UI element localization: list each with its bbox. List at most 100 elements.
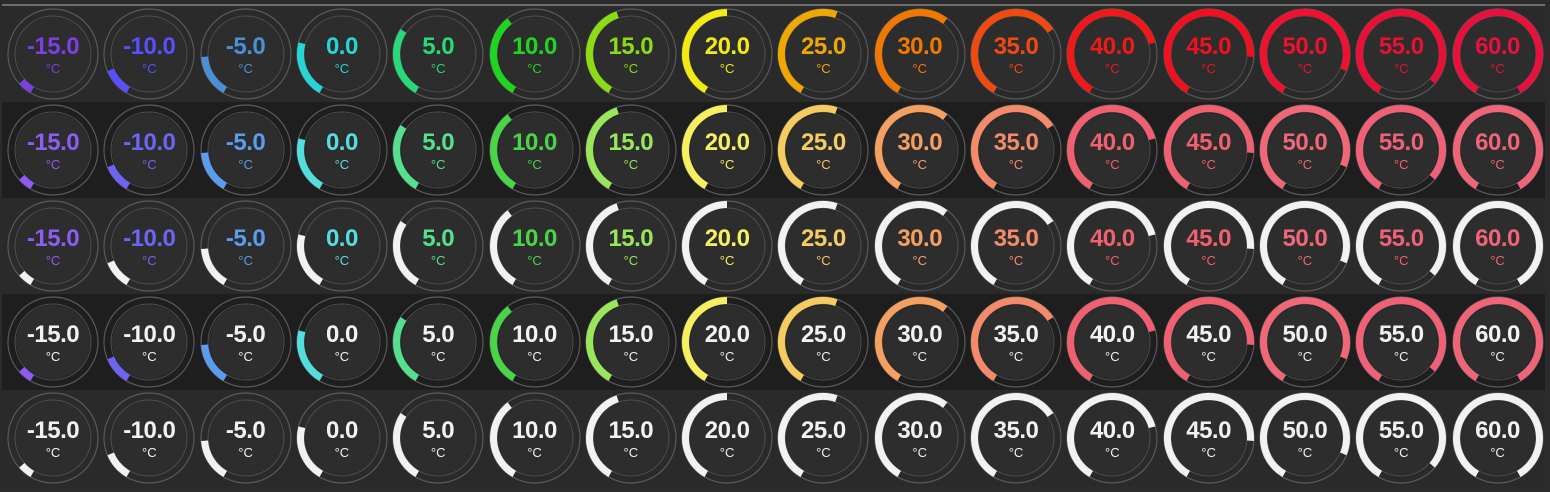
temperature-gauge: 0.0 °C: [295, 391, 389, 485]
gauge-value: 30.0: [897, 225, 943, 252]
temperature-gauge: -10.0 °C: [102, 391, 196, 485]
gauge-unit: °C: [238, 157, 253, 172]
gauge-unit: °C: [1008, 349, 1024, 364]
gauge-value: 50.0: [1282, 417, 1328, 444]
temperature-gauge: -10.0 °C: [102, 7, 196, 101]
temperature-gauge: -5.0 °C: [199, 391, 293, 485]
gauge-unit: °C: [1008, 445, 1024, 460]
gauge-unit: °C: [1490, 349, 1505, 364]
temperature-gauge: 30.0 °C: [873, 391, 967, 485]
temperature-gauge: -5.0 °C: [199, 199, 293, 293]
temperature-gauge: 40.0 °C: [1065, 7, 1159, 101]
gauge-value: -10.0: [123, 129, 176, 156]
temperature-gauge: 40.0 °C: [1065, 295, 1159, 389]
gauge-row: -15.0 °C -10.0 °C -5.0 °C 0.0 °C 5.0 °C 10.0 °C 15.0…: [2, 6, 1545, 102]
temperature-gauge: -5.0 °C: [199, 103, 293, 197]
gauge-unit: °C: [238, 253, 253, 268]
gauge-value: 0.0: [325, 321, 358, 348]
gauge-value: 40.0: [1089, 129, 1135, 156]
gauge-unit: °C: [1297, 349, 1313, 364]
gauge-value: 15.0: [608, 129, 654, 156]
gauge-value: 50.0: [1282, 225, 1328, 252]
gauge-value: 55.0: [1378, 321, 1424, 348]
gauge-unit: °C: [142, 349, 157, 364]
temperature-gauge: 30.0 °C: [873, 199, 967, 293]
gauge-value: -5.0: [225, 225, 266, 252]
gauge-unit: °C: [45, 253, 61, 268]
temperature-gauge: -10.0 °C: [102, 103, 196, 197]
gauge-value: 0.0: [325, 33, 358, 60]
gauge-unit: °C: [334, 349, 350, 364]
temperature-gauge: 5.0 °C: [391, 7, 485, 101]
gauge-value: 50.0: [1282, 321, 1328, 348]
temperature-gauge: 15.0 °C: [584, 199, 678, 293]
gauge-unit: °C: [1201, 445, 1216, 460]
gauge-value: 10.0: [512, 129, 557, 156]
temperature-gauge: 45.0 °C: [1162, 295, 1256, 389]
temperature-gauge: 55.0 °C: [1354, 103, 1448, 197]
gauge-value: 60.0: [1475, 417, 1520, 444]
temperature-gauge: 55.0 °C: [1354, 199, 1448, 293]
gauge-unit: °C: [45, 445, 61, 460]
gauge-value: 10.0: [512, 225, 557, 252]
gauge-value: -15.0: [26, 33, 80, 60]
gauge-unit: °C: [1105, 349, 1120, 364]
gauge-unit: °C: [1201, 157, 1216, 172]
gauge-unit: °C: [719, 445, 735, 460]
gauge-unit: °C: [1105, 445, 1120, 460]
temperature-gauge: 35.0 °C: [969, 199, 1063, 293]
temperature-gauge: 50.0 °C: [1258, 199, 1352, 293]
gauge-value: 30.0: [897, 417, 943, 444]
temperature-gauge: 15.0 °C: [584, 7, 678, 101]
temperature-gauge: -5.0 °C: [199, 7, 293, 101]
gauge-value: 40.0: [1089, 321, 1135, 348]
temperature-gauge: -15.0 °C: [6, 295, 100, 389]
gauge-unit: °C: [1393, 157, 1409, 172]
gauge-value: 20.0: [704, 129, 750, 156]
gauge-unit: °C: [45, 349, 61, 364]
gauge-value: 60.0: [1475, 321, 1520, 348]
temperature-gauge: 55.0 °C: [1354, 391, 1448, 485]
gauge-value: 25.0: [801, 417, 846, 444]
temperature-gauge: 35.0 °C: [969, 7, 1063, 101]
gauge-value: -10.0: [123, 417, 176, 444]
gauge-row: -15.0 °C -10.0 °C -5.0 °C 0.0 °C 5.0 °C 10.0 °C 15.0…: [2, 390, 1545, 486]
gauge-value: -5.0: [225, 129, 266, 156]
gauge-value: 60.0: [1475, 129, 1520, 156]
gauge-unit: °C: [142, 445, 157, 460]
temperature-gauge: 10.0 °C: [488, 199, 582, 293]
temperature-gauge: 20.0 °C: [680, 391, 774, 485]
gauge-value: 10.0: [512, 321, 557, 348]
gauge-row: -15.0 °C -10.0 °C -5.0 °C 0.0 °C 5.0 °C 10.0 °C 15.0…: [2, 198, 1545, 294]
temperature-gauge: 15.0 °C: [584, 103, 678, 197]
gauge-unit: °C: [527, 349, 542, 364]
gauge-unit: °C: [1297, 445, 1313, 460]
gauge-unit: °C: [1008, 61, 1024, 76]
gauge-unit: °C: [623, 157, 639, 172]
gauge-value: -5.0: [225, 33, 266, 60]
gauge-unit: °C: [1297, 253, 1313, 268]
gauge-value: 0.0: [325, 417, 358, 444]
gauge-unit: °C: [1105, 61, 1120, 76]
gauge-value: 40.0: [1089, 225, 1135, 252]
gauge-value: 15.0: [608, 321, 654, 348]
gauge-value: 10.0: [512, 33, 557, 60]
gauge-unit: °C: [719, 157, 735, 172]
gauge-unit: °C: [816, 61, 831, 76]
temperature-gauge: 45.0 °C: [1162, 391, 1256, 485]
gauge-row: -15.0 °C -10.0 °C -5.0 °C 0.0 °C 5.0 °C 10.0 °C 15.0…: [2, 102, 1545, 198]
temperature-gauge: 25.0 °C: [776, 103, 870, 197]
gauge-value: -10.0: [123, 321, 176, 348]
gauge-unit: °C: [816, 253, 831, 268]
gauge-unit: °C: [1201, 349, 1216, 364]
gauge-unit: °C: [816, 157, 831, 172]
gauge-unit: °C: [142, 253, 157, 268]
temperature-gauge: 45.0 °C: [1162, 7, 1256, 101]
temperature-gauge: 60.0 °C: [1451, 391, 1545, 485]
gauge-value: 50.0: [1282, 33, 1328, 60]
gauge-value: 50.0: [1282, 129, 1328, 156]
temperature-gauge: -15.0 °C: [6, 199, 100, 293]
gauge-unit: °C: [334, 445, 350, 460]
gauge-unit: °C: [912, 445, 927, 460]
gauge-unit: °C: [1393, 253, 1409, 268]
